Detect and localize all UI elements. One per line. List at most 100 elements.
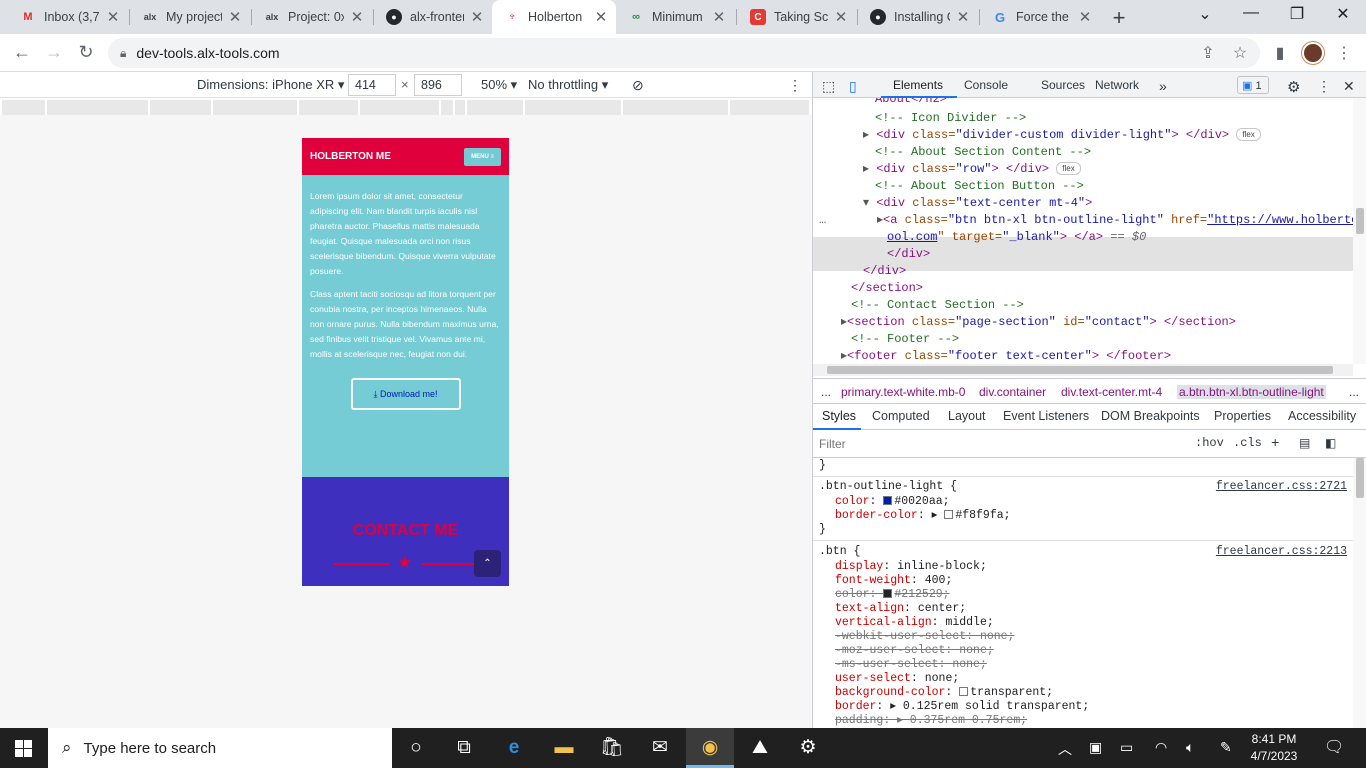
tab-alx-frontend[interactable]: ● alx-fronten ✕ bbox=[374, 0, 492, 34]
new-rule-icon[interactable]: + bbox=[1271, 436, 1279, 452]
crumb-item-selected[interactable]: a.btn.btn-xl.btn-outline-light bbox=[1177, 385, 1326, 399]
crumb-more[interactable]: ... bbox=[1349, 385, 1359, 399]
close-icon[interactable]: ✕ bbox=[834, 8, 848, 26]
tab-sources[interactable]: Sources bbox=[1041, 78, 1085, 92]
css-property[interactable]: text-align: center; bbox=[835, 602, 966, 616]
css-property[interactable]: border-color: ▸ #f8f9fa; bbox=[835, 509, 1011, 523]
hover-state-toggle[interactable]: :hov bbox=[1195, 436, 1224, 450]
tab-inbox[interactable]: M Inbox (3,78 ✕ bbox=[8, 0, 128, 34]
tab-installing[interactable]: ● Installing C ✕ bbox=[858, 0, 978, 34]
styles-filter-input[interactable] bbox=[819, 436, 1179, 452]
tab-elements[interactable]: Elements bbox=[893, 78, 943, 92]
tab-computed[interactable]: Computed bbox=[872, 409, 930, 423]
inspect-element-icon[interactable]: ⬚ bbox=[822, 78, 835, 95]
lock-icon[interactable]: 🔒︎ bbox=[120, 46, 126, 61]
tab-dom-breakpoints[interactable]: DOM Breakpoints bbox=[1101, 409, 1200, 423]
crumb-item[interactable]: div.text-center.mt-4 bbox=[1061, 385, 1162, 399]
dom-comment[interactable]: <!-- Footer --> bbox=[851, 331, 959, 348]
css-selector[interactable]: .btn { bbox=[819, 545, 860, 559]
crumb-more[interactable]: ... bbox=[821, 385, 831, 399]
task-view-icon[interactable]: ⧉ bbox=[440, 728, 488, 768]
download-button[interactable]: ⤓ Download me! bbox=[350, 378, 461, 410]
dom-node[interactable]: ▾ <div class="text-center mt-4"> bbox=[863, 195, 1092, 212]
rotate-icon[interactable]: ⊘ bbox=[632, 77, 644, 94]
tab-search-icon[interactable]: ⌄ bbox=[1190, 4, 1220, 24]
dom-node[interactable]: ▸ <div class="divider-custom divider-lig… bbox=[863, 127, 1261, 144]
devtools-menu-icon[interactable]: ⋮ bbox=[1317, 78, 1331, 95]
dom-comment[interactable]: <!-- About Section Button --> bbox=[875, 178, 1084, 195]
battery-icon[interactable]: ▭ bbox=[1120, 739, 1133, 756]
tray-chevron-icon[interactable]: ︿ bbox=[1058, 739, 1072, 759]
elements-hscrollbar[interactable] bbox=[813, 364, 1353, 376]
class-toggle[interactable]: .cls bbox=[1233, 436, 1262, 450]
edge-icon[interactable]: e bbox=[490, 728, 538, 768]
scroll-to-top-button[interactable]: ⌃ bbox=[474, 550, 501, 577]
css-property-overridden[interactable]: padding: ▸ 0.375rem 0.75rem; bbox=[835, 714, 1027, 728]
cortana-icon[interactable]: ○ bbox=[392, 728, 440, 768]
tab-layout[interactable]: Layout bbox=[948, 409, 986, 423]
color-swatch[interactable] bbox=[944, 510, 954, 520]
close-icon[interactable]: ✕ bbox=[470, 8, 484, 26]
menu-kebab-icon[interactable]: ⋮ bbox=[1334, 43, 1354, 63]
share-icon[interactable]: ⇪ bbox=[1198, 43, 1218, 63]
css-source-link[interactable]: freelancer.css:2721 bbox=[1216, 480, 1347, 493]
width-input[interactable]: 414 bbox=[348, 74, 396, 96]
dom-comment[interactable]: <!-- About Section Content --> bbox=[875, 144, 1091, 161]
bookmark-star-icon[interactable]: ☆ bbox=[1230, 43, 1250, 63]
reload-icon[interactable]: ↻ bbox=[75, 42, 97, 63]
css-property[interactable]: border: ▸ 0.125rem solid transparent; bbox=[835, 700, 1089, 714]
pen-icon[interactable]: ✎ bbox=[1220, 739, 1232, 756]
dom-node-selected[interactable]: ool.com" target="_blank"> </a> == $0 bbox=[887, 229, 1146, 246]
close-devtools-icon[interactable]: ✕ bbox=[1343, 78, 1355, 95]
tab-styles[interactable]: Styles bbox=[822, 409, 856, 423]
device-toggle-icon[interactable]: ▯ bbox=[849, 78, 857, 95]
maximize-icon[interactable]: ❐ bbox=[1282, 4, 1312, 24]
css-source-link[interactable]: freelancer.css:2213 bbox=[1216, 545, 1347, 558]
brand-logo[interactable]: HOLBERTON ME bbox=[310, 151, 391, 162]
crumb-item[interactable]: div.container bbox=[979, 385, 1046, 399]
profile-avatar[interactable] bbox=[1302, 42, 1324, 64]
css-selector[interactable]: .btn-outline-light { bbox=[819, 480, 957, 494]
dom-node[interactable]: ▸<section class="page-section" id="conta… bbox=[841, 314, 1236, 331]
tab-accessibility[interactable]: Accessibility bbox=[1288, 409, 1356, 423]
css-property[interactable]: background-color: transparent; bbox=[835, 686, 1053, 700]
height-input[interactable]: 896 bbox=[414, 74, 462, 96]
dom-node-selected[interactable]: ▸<a class="btn btn-xl btn-outline-light"… bbox=[877, 212, 1353, 229]
css-property-overridden[interactable]: -webkit-user-select: none; bbox=[835, 630, 1014, 644]
tab-project[interactable]: alx Project: 0x ✕ bbox=[252, 0, 372, 34]
css-property-overridden[interactable]: -ms-user-select: none; bbox=[835, 658, 987, 672]
tab-holberton[interactable]: ♆ Holberton ✕ bbox=[492, 0, 616, 34]
system-clock[interactable]: 8:41 PM 4/7/2023 bbox=[1244, 731, 1304, 765]
tab-console[interactable]: Console bbox=[964, 78, 1008, 92]
notifications-icon[interactable]: 🗨︎ bbox=[1324, 737, 1344, 757]
color-swatch[interactable] bbox=[883, 589, 893, 599]
css-property[interactable]: user-select: none; bbox=[835, 672, 959, 686]
dom-comment[interactable]: <!-- Icon Divider --> bbox=[875, 110, 1026, 127]
mail-icon[interactable]: ✉ bbox=[636, 728, 684, 768]
sidebar-toggle-icon[interactable]: ◧ bbox=[1325, 436, 1336, 451]
photos-icon[interactable]: ⛰ bbox=[736, 728, 784, 768]
crumb-item[interactable]: primary.text-white.mb-0 bbox=[841, 385, 965, 399]
zoom-select[interactable]: 50% ▾ bbox=[481, 77, 517, 93]
more-options-icon[interactable]: ⋮ bbox=[788, 77, 802, 94]
computed-toggle-icon[interactable]: ▤ bbox=[1299, 436, 1310, 451]
css-property[interactable]: display: inline-block; bbox=[835, 560, 987, 574]
css-property[interactable]: font-weight: 400; bbox=[835, 574, 952, 588]
throttling-select[interactable]: No throttling ▾ bbox=[528, 77, 608, 93]
dom-line[interactable]: </div> bbox=[863, 263, 906, 280]
tab-properties[interactable]: Properties bbox=[1214, 409, 1271, 423]
settings-icon[interactable]: ⚙ bbox=[1287, 78, 1300, 96]
store-icon[interactable]: 🛍︎ bbox=[588, 728, 636, 768]
dom-node[interactable]: ▸<footer class="footer text-center"> </f… bbox=[841, 348, 1171, 364]
menu-button[interactable]: MENU ≡ bbox=[464, 147, 501, 166]
tray-display-icon[interactable]: ▣ bbox=[1089, 739, 1102, 756]
close-icon[interactable]: ✕ bbox=[956, 8, 970, 26]
tab-force-the[interactable]: G Force the ✕ bbox=[980, 0, 1100, 34]
css-property-overridden[interactable]: -moz-user-select: none; bbox=[835, 644, 994, 658]
close-icon[interactable]: ✕ bbox=[350, 8, 364, 26]
close-icon[interactable]: ✕ bbox=[712, 8, 726, 26]
wifi-icon[interactable]: ◠ bbox=[1155, 739, 1167, 756]
dom-line[interactable]: About</h2> bbox=[875, 98, 947, 108]
taskbar-search[interactable]: ⌕ Type here to search bbox=[48, 728, 392, 768]
new-tab-icon[interactable]: + bbox=[1108, 5, 1130, 31]
